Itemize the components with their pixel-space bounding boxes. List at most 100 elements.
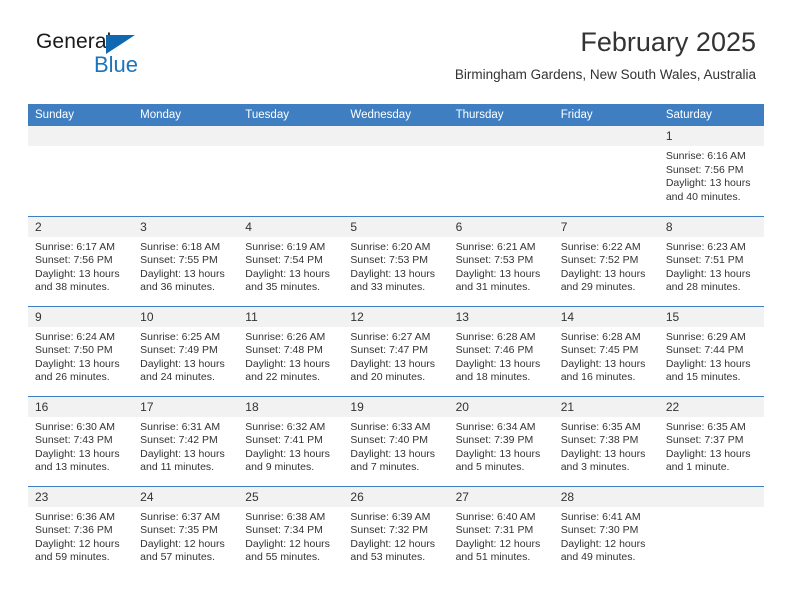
calendar-day-cell[interactable]: 22 Sunrise: 6:35 AM Sunset: 7:37 PM Dayligh… (658, 395, 764, 486)
day-number: 22 (658, 396, 764, 417)
day-number-empty (28, 126, 134, 146)
sunrise-text: Sunrise: 6:28 AM (560, 330, 641, 343)
day-details: Sunrise: 6:39 AM Sunset: 7:32 PM Daylight:… (343, 507, 448, 565)
location-subtitle: Birmingham Gardens, New South Wales, Aus… (454, 66, 756, 82)
weekday-header-sunday: Sunday (28, 104, 134, 126)
day-number: 24 (133, 486, 239, 507)
calendar-body: 1 Sunrise: 6:16 AM Sunset: 7:56 PM Daylight… (28, 126, 764, 576)
sunset-text: Sunset: 7:51 PM (665, 254, 744, 267)
sunset-text: Sunset: 7:41 PM (245, 434, 323, 447)
daylight-text: Daylight: 13 hours and 31 minutes. (455, 267, 541, 294)
calendar-week-row: 23 Sunrise: 6:36 AM Sunset: 7:36 PM Dayligh… (28, 485, 764, 576)
day-details: Sunrise: 6:36 AM Sunset: 7:36 PM Daylight:… (28, 507, 133, 565)
sunset-text: Sunset: 7:53 PM (350, 254, 429, 267)
calendar-day-cell[interactable]: 10 Sunrise: 6:25 AM Sunset: 7:49 PM Dayligh… (133, 305, 239, 396)
calendar-cell-empty (28, 126, 134, 216)
sunset-text: Sunset: 7:35 PM (140, 524, 218, 537)
daylight-text: Daylight: 13 hours and 35 minutes. (245, 267, 330, 294)
calendar-day-cell[interactable]: 9 Sunrise: 6:24 AM Sunset: 7:50 PM Daylight… (28, 305, 134, 396)
calendar-day-cell[interactable]: 3 Sunrise: 6:18 AM Sunset: 7:55 PM Daylight… (133, 215, 239, 306)
calendar-day-cell[interactable]: 1 Sunrise: 6:16 AM Sunset: 7:56 PM Daylight… (658, 126, 764, 216)
calendar-cell-empty (238, 126, 344, 216)
daylight-text: Daylight: 13 hours and 15 minutes. (665, 357, 751, 384)
day-details: Sunrise: 6:22 AM Sunset: 7:52 PM Daylight:… (554, 237, 659, 295)
day-number-empty (658, 486, 764, 507)
day-number: 5 (343, 216, 449, 237)
daylight-text: Daylight: 13 hours and 33 minutes. (350, 267, 436, 294)
calendar-cell-empty (448, 126, 554, 216)
sunrise-text: Sunrise: 6:21 AM (455, 240, 536, 253)
calendar-day-cell[interactable]: 23 Sunrise: 6:36 AM Sunset: 7:36 PM Dayligh… (28, 485, 134, 576)
day-number: 6 (448, 216, 554, 237)
day-details: Sunrise: 6:35 AM Sunset: 7:38 PM Daylight:… (554, 417, 659, 475)
calendar-day-cell[interactable]: 25 Sunrise: 6:38 AM Sunset: 7:34 PM Dayligh… (238, 485, 344, 576)
calendar-day-cell[interactable]: 17 Sunrise: 6:31 AM Sunset: 7:42 PM Dayligh… (133, 395, 239, 486)
daylight-text: Daylight: 12 hours and 49 minutes. (560, 537, 646, 564)
daylight-text: Daylight: 13 hours and 22 minutes. (245, 357, 330, 384)
calendar-day-cell[interactable]: 2 Sunrise: 6:17 AM Sunset: 7:56 PM Daylight… (28, 215, 134, 306)
day-details: Sunrise: 6:17 AM Sunset: 7:56 PM Daylight:… (28, 237, 133, 295)
sunset-text: Sunset: 7:43 PM (35, 434, 113, 447)
sunset-text: Sunset: 7:39 PM (455, 434, 534, 447)
day-details: Sunrise: 6:29 AM Sunset: 7:44 PM Daylight:… (659, 327, 764, 385)
calendar-day-cell[interactable]: 15 Sunrise: 6:29 AM Sunset: 7:44 PM Dayligh… (658, 305, 764, 396)
calendar-week-row: 2 Sunrise: 6:17 AM Sunset: 7:56 PM Daylight… (28, 215, 764, 306)
calendar-week-row: 9 Sunrise: 6:24 AM Sunset: 7:50 PM Daylight… (28, 305, 764, 396)
sunrise-text: Sunrise: 6:24 AM (35, 330, 115, 343)
calendar-day-cell[interactable]: 20 Sunrise: 6:34 AM Sunset: 7:39 PM Dayligh… (448, 395, 554, 486)
calendar-day-cell[interactable]: 21 Sunrise: 6:35 AM Sunset: 7:38 PM Dayligh… (553, 395, 659, 486)
calendar-day-cell[interactable]: 11 Sunrise: 6:26 AM Sunset: 7:48 PM Dayligh… (238, 305, 344, 396)
daylight-text: Daylight: 12 hours and 53 minutes. (350, 537, 436, 564)
daylight-text: Daylight: 13 hours and 36 minutes. (140, 267, 225, 294)
sunrise-text: Sunrise: 6:36 AM (35, 510, 115, 523)
day-number-empty (133, 126, 239, 146)
day-details: Sunrise: 6:34 AM Sunset: 7:39 PM Daylight:… (449, 417, 554, 475)
day-number: 11 (238, 306, 344, 327)
day-details: Sunrise: 6:27 AM Sunset: 7:47 PM Daylight:… (343, 327, 448, 385)
day-number-empty (448, 126, 554, 146)
calendar-day-cell[interactable]: 4 Sunrise: 6:19 AM Sunset: 7:54 PM Daylight… (238, 215, 344, 306)
weekday-header-monday: Monday (133, 104, 239, 126)
day-details: Sunrise: 6:38 AM Sunset: 7:34 PM Daylight:… (238, 507, 343, 565)
day-details: Sunrise: 6:32 AM Sunset: 7:41 PM Daylight:… (238, 417, 343, 475)
sunset-text: Sunset: 7:49 PM (140, 344, 218, 357)
sunrise-text: Sunrise: 6:39 AM (350, 510, 431, 523)
sunset-text: Sunset: 7:55 PM (140, 254, 218, 267)
weekday-header-row: Sunday Monday Tuesday Wednesday Thursday… (28, 104, 764, 126)
sunset-text: Sunset: 7:36 PM (35, 524, 113, 537)
calendar-day-cell[interactable]: 24 Sunrise: 6:37 AM Sunset: 7:35 PM Dayligh… (133, 485, 239, 576)
sunset-text: Sunset: 7:40 PM (350, 434, 429, 447)
weekday-header-saturday: Saturday (658, 104, 764, 126)
calendar-day-cell[interactable]: 28 Sunrise: 6:41 AM Sunset: 7:30 PM Dayligh… (553, 485, 659, 576)
day-number: 8 (658, 216, 764, 237)
calendar-day-cell[interactable]: 27 Sunrise: 6:40 AM Sunset: 7:31 PM Dayligh… (448, 485, 554, 576)
day-number: 4 (238, 216, 344, 237)
title-block: February 2025 Birmingham Gardens, New So… (454, 27, 756, 82)
sunrise-text: Sunrise: 6:30 AM (35, 420, 115, 433)
calendar-day-cell[interactable]: 5 Sunrise: 6:20 AM Sunset: 7:53 PM Daylight… (343, 215, 449, 306)
weekday-header-wednesday: Wednesday (343, 104, 449, 126)
sunrise-text: Sunrise: 6:23 AM (665, 240, 746, 253)
day-details: Sunrise: 6:31 AM Sunset: 7:42 PM Daylight:… (133, 417, 238, 475)
calendar-day-cell[interactable]: 18 Sunrise: 6:32 AM Sunset: 7:41 PM Dayligh… (238, 395, 344, 486)
calendar-day-cell[interactable]: 6 Sunrise: 6:21 AM Sunset: 7:53 PM Daylight… (448, 215, 554, 306)
daylight-text: Daylight: 13 hours and 28 minutes. (665, 267, 751, 294)
calendar-header-row-group: Sunday Monday Tuesday Wednesday Thursday… (28, 104, 764, 126)
day-number-empty (343, 126, 449, 146)
sunset-text: Sunset: 7:34 PM (245, 524, 323, 537)
calendar-day-cell[interactable]: 19 Sunrise: 6:33 AM Sunset: 7:40 PM Dayligh… (343, 395, 449, 486)
calendar-day-cell[interactable]: 8 Sunrise: 6:23 AM Sunset: 7:51 PM Daylight… (658, 215, 764, 306)
day-number-empty (553, 126, 659, 146)
general-blue-logo: General Blue (36, 30, 186, 77)
calendar-day-cell[interactable]: 7 Sunrise: 6:22 AM Sunset: 7:52 PM Daylight… (553, 215, 659, 306)
day-number: 19 (343, 396, 449, 417)
calendar-day-cell[interactable]: 26 Sunrise: 6:39 AM Sunset: 7:32 PM Dayligh… (343, 485, 449, 576)
calendar-day-cell[interactable]: 16 Sunrise: 6:30 AM Sunset: 7:43 PM Dayligh… (28, 395, 134, 486)
calendar-cell-empty (553, 126, 659, 216)
calendar-day-cell[interactable]: 12 Sunrise: 6:27 AM Sunset: 7:47 PM Dayligh… (343, 305, 449, 396)
day-number: 27 (448, 486, 554, 507)
calendar-day-cell[interactable]: 14 Sunrise: 6:28 AM Sunset: 7:45 PM Dayligh… (553, 305, 659, 396)
calendar-day-cell[interactable]: 13 Sunrise: 6:28 AM Sunset: 7:46 PM Dayligh… (448, 305, 554, 396)
sunrise-sunset-calendar-table: Sunday Monday Tuesday Wednesday Thursday… (28, 104, 764, 576)
day-number: 10 (133, 306, 239, 327)
